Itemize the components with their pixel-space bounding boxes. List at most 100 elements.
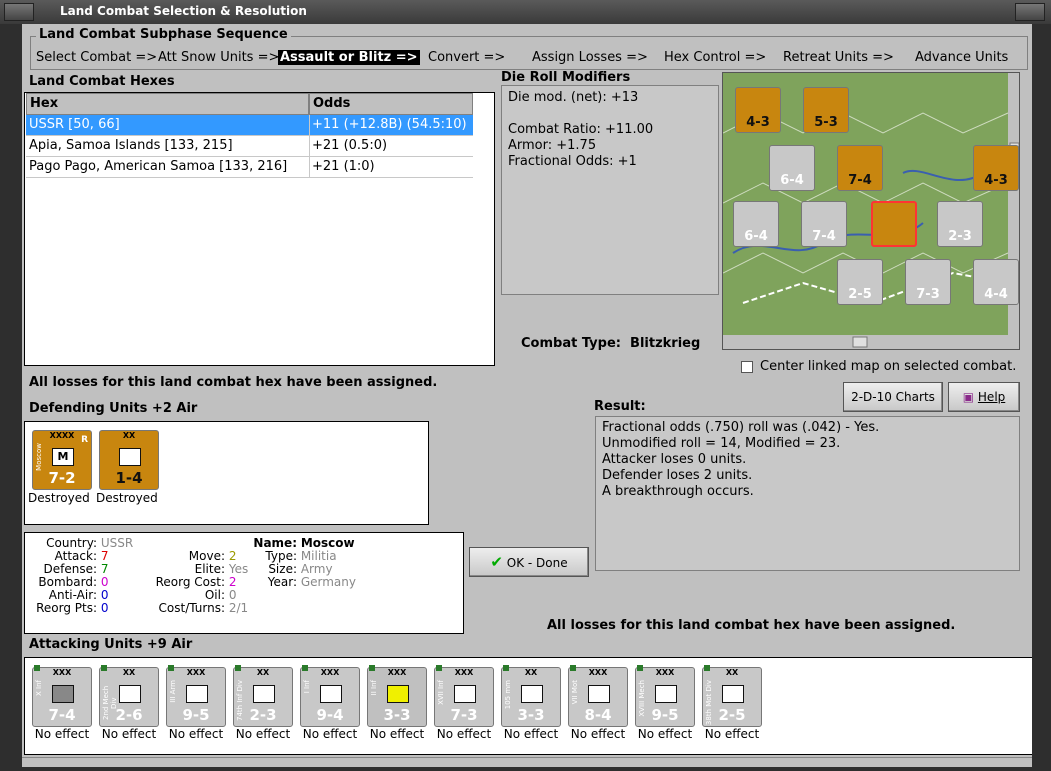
center-map-checkbox[interactable]: [741, 361, 753, 373]
linked-map[interactable]: 4-3 5-3 6-4 7-4 4-3 6-4 7-4 2-3 2-5 7-3 …: [722, 72, 1020, 350]
unit-size: XXX: [52, 668, 72, 677]
infantry-icon: [119, 448, 141, 466]
defending-title: Defending Units +2 Air: [29, 401, 198, 416]
attacking-unit-counter[interactable]: XX 38th Mot Div 2-5: [702, 665, 762, 727]
table-row[interactable]: Apia, Samoa Islands [133, 215] +21 (0.5:…: [26, 136, 473, 157]
unit-size: XX: [122, 431, 136, 440]
charts-button[interactable]: 2-D-10 Charts: [843, 382, 943, 412]
odds-cell: +11 (+12.8B) (54.5:10): [312, 117, 467, 132]
col-odds-header[interactable]: Odds: [309, 93, 473, 115]
militia-icon: M: [52, 448, 74, 466]
bombard-value: 0: [100, 575, 109, 589]
unit-type-icon: [186, 685, 208, 703]
unit-name: I Inf: [303, 680, 311, 694]
result-line: A breakthrough occurs.: [602, 484, 754, 499]
status-bar: [22, 757, 1032, 767]
attack-label: Attack:: [54, 549, 97, 563]
attacking-unit-counter[interactable]: XX 105 mm 3-3: [501, 665, 561, 727]
map-counter[interactable]: 5-3: [803, 87, 849, 133]
unit-name: II Inf: [370, 680, 378, 696]
help-button[interactable]: ▣ Help: [948, 382, 1020, 412]
reorgcost-value: 2: [228, 575, 237, 589]
type-label: Type:: [265, 549, 297, 563]
defending-unit-status: Destroyed: [28, 491, 90, 505]
modifiers-box: Die mod. (net): +13 Combat Ratio: +11.00…: [501, 85, 719, 295]
attacking-title: Attacking Units +9 Air: [29, 637, 193, 652]
map-counter[interactable]: 2-5: [837, 259, 883, 305]
bombard-label: Bombard:: [38, 575, 97, 589]
map-counter[interactable]: 7-3: [905, 259, 951, 305]
unit-size: XX: [256, 668, 270, 677]
map-counter[interactable]: 7-4: [801, 201, 847, 247]
defending-unit-counter[interactable]: XX 1-4: [99, 430, 159, 490]
window-title: Land Combat Selection & Resolution: [60, 4, 307, 18]
unit-type-icon: [521, 685, 543, 703]
attack-value: 7: [100, 549, 109, 563]
map-counter[interactable]: 6-4: [769, 145, 815, 191]
combat-type-value: Blitzkrieg: [630, 336, 701, 351]
unit-name: 105 mm: [504, 680, 512, 710]
unit-type-icon: [320, 685, 342, 703]
oil-label: Oil:: [204, 588, 225, 602]
attacking-unit-counter[interactable]: XX 74th Inf Div 2-3: [233, 665, 293, 727]
name-label: Name:: [253, 536, 297, 550]
counter-value: 4-4: [984, 287, 1008, 302]
year-value: Germany: [300, 575, 356, 589]
table-row[interactable]: USSR [50, 66] +11 (+12.8B) (54.5:10): [26, 115, 473, 136]
defending-unit-counter[interactable]: XXXX Moscow M R 7-2: [32, 430, 92, 490]
country-value: USSR: [100, 536, 134, 550]
map-counter[interactable]: 4-3: [973, 145, 1019, 191]
defense-value: 7: [100, 562, 109, 576]
attacking-unit-status: No effect: [235, 727, 291, 741]
unit-size: XXX: [387, 668, 407, 677]
counter-value: 6-4: [780, 173, 804, 188]
close-button[interactable]: [1015, 3, 1045, 21]
odds-cell: +21 (0.5:0): [312, 138, 388, 153]
attacking-unit-status: No effect: [637, 727, 693, 741]
attacking-unit-counter[interactable]: XXX III Arm 9-5: [166, 665, 226, 727]
unit-name: XVII Inf: [437, 680, 445, 705]
unit-name: III Arm: [169, 680, 177, 703]
title-bar: Land Combat Selection & Resolution: [0, 0, 1051, 24]
book-icon: ▣: [962, 390, 975, 404]
attacking-unit-counter[interactable]: XX 2nd Mech Div 2-6: [99, 665, 159, 727]
attacking-unit-counter[interactable]: XXX VII Mot 8-4: [568, 665, 628, 727]
map-counter[interactable]: 2-3: [937, 201, 983, 247]
unit-name: Moscow: [35, 443, 43, 471]
unit-r-flag: R: [81, 435, 88, 445]
unit-strength: 3-3: [383, 706, 411, 724]
map-counter[interactable]: 6-4: [733, 201, 779, 247]
attacking-unit-counter[interactable]: XXX II Inf 3-3: [367, 665, 427, 727]
unit-strength: 3-3: [517, 706, 545, 724]
ok-done-label: OK - Done: [506, 556, 568, 570]
move-value: 2: [228, 549, 237, 563]
unit-strength: 7-2: [48, 469, 76, 487]
attacking-unit-counter[interactable]: XXX XVIII Mech 9-5: [635, 665, 695, 727]
sequence-title: Land Combat Subphase Sequence: [36, 27, 291, 42]
ok-done-button[interactable]: ✔ OK - Done: [469, 547, 589, 577]
table-row[interactable]: Pago Pago, American Samoa [133, 216] +21…: [26, 157, 473, 178]
attacking-unit-counter[interactable]: XXX I Inf 9-4: [300, 665, 360, 727]
map-counter[interactable]: 7-4: [837, 145, 883, 191]
attacking-unit-status: No effect: [570, 727, 626, 741]
attacking-unit-status: No effect: [302, 727, 358, 741]
hexes-list[interactable]: Hex Odds USSR [50, 66] +11 (+12.8B) (54.…: [24, 92, 495, 366]
unit-name: X Inf: [35, 680, 43, 696]
map-counter[interactable]: 4-3: [735, 87, 781, 133]
counter-value: 6-4: [744, 229, 768, 244]
attacking-unit-counter[interactable]: XXX XVII Inf 7-3: [434, 665, 494, 727]
seq-assign-losses: Assign Losses =>: [532, 50, 648, 65]
system-menu-button[interactable]: [4, 3, 34, 21]
mod-line: Combat Ratio: +11.00: [508, 122, 654, 137]
seq-assault-blitz: Assault or Blitz =>: [278, 50, 420, 65]
reorgcost-label: Reorg Cost:: [155, 575, 225, 589]
map-counter[interactable]: 4-4: [973, 259, 1019, 305]
col-hex-header[interactable]: Hex: [26, 93, 309, 115]
counter-value: 4-3: [746, 115, 770, 130]
unit-size: XXX: [320, 668, 340, 677]
unit-type-icon: [119, 685, 141, 703]
attacking-unit-counter[interactable]: XXX X Inf 7-4: [32, 665, 92, 727]
attacking-unit-status: No effect: [503, 727, 559, 741]
map-counter-selected[interactable]: [871, 201, 917, 247]
size-label: Size:: [268, 562, 297, 576]
